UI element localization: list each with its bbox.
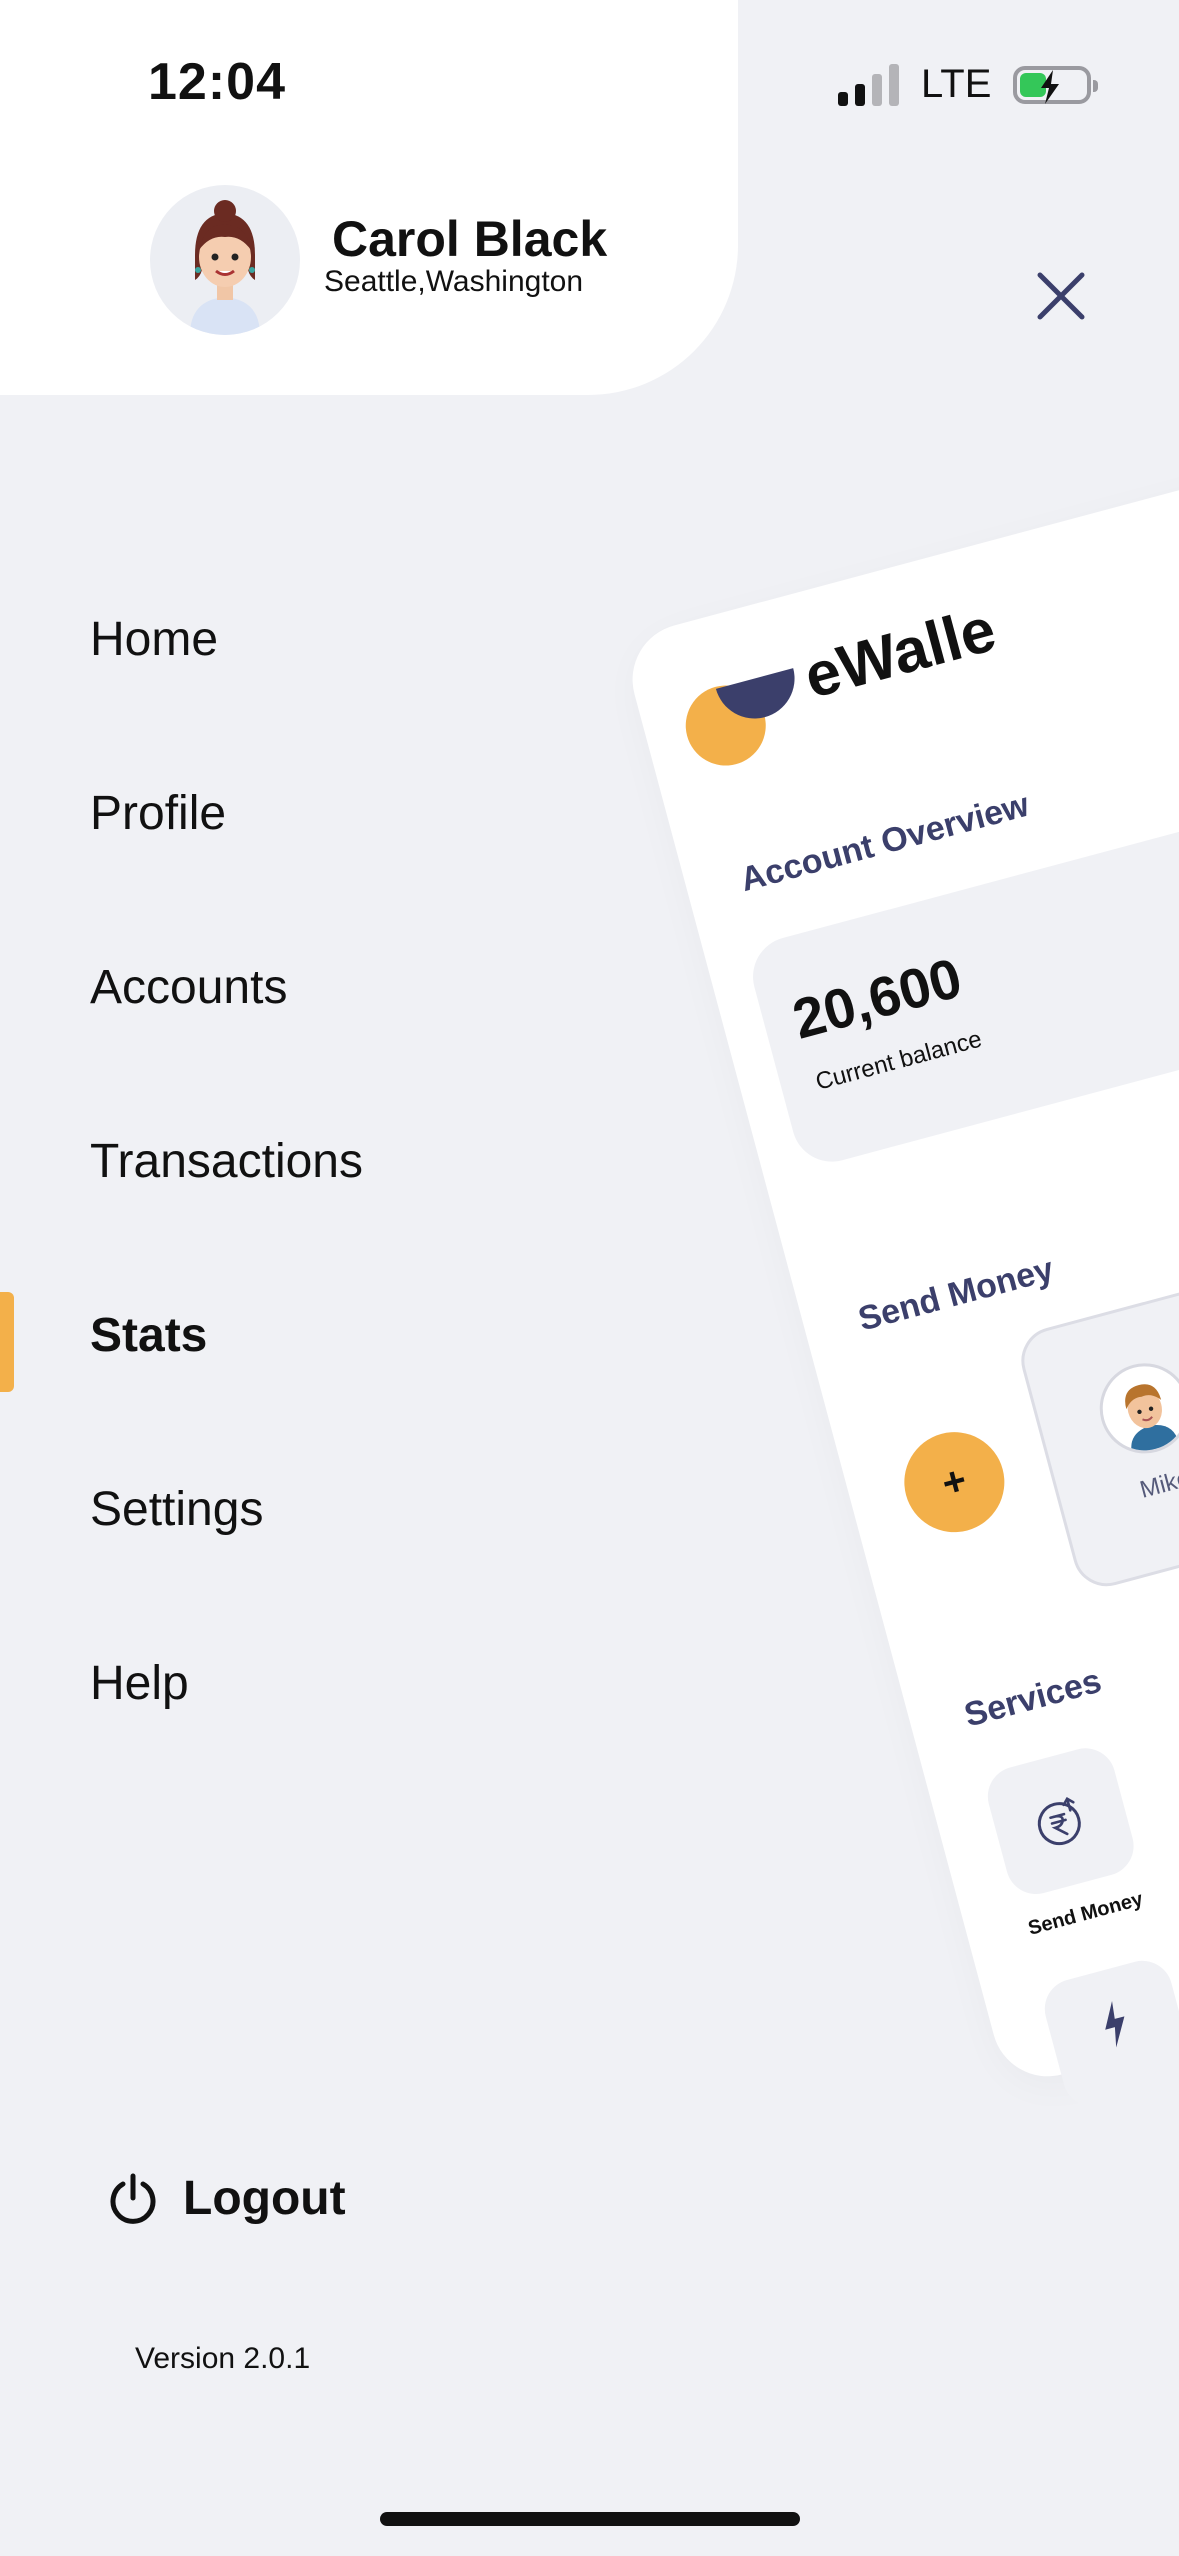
send-money-service-tile[interactable]: [981, 1741, 1141, 1901]
service-label: Send Money: [1025, 1888, 1146, 1940]
add-contact-button[interactable]: +: [893, 1420, 1016, 1544]
power-icon: [110, 2173, 156, 2224]
home-indicator[interactable]: [380, 2512, 800, 2526]
menu-item-accounts[interactable]: Accounts: [90, 960, 287, 1015]
battery-icon: [1013, 65, 1099, 104]
user-avatar[interactable]: [150, 185, 300, 335]
network-type: LTE: [921, 62, 992, 106]
rupee-send-icon: [1037, 1796, 1081, 1846]
active-indicator: [0, 1292, 14, 1392]
app-preview[interactable]: eWalle Account Overview 20,600 Current b…: [620, 407, 1179, 2114]
logout-label: Logout: [183, 2171, 346, 2225]
close-icon[interactable]: [1030, 265, 1092, 327]
status-indicators: LTE: [838, 62, 1099, 107]
user-name: Carol Black: [332, 211, 608, 267]
contact-name: Mike: [1137, 1464, 1179, 1504]
app-version: Version 2.0.1: [135, 2342, 311, 2375]
logout-button[interactable]: Logout: [105, 2170, 346, 2226]
send-money-title: Send Money: [854, 1250, 1058, 1339]
profile-header: [0, 0, 738, 395]
services-title: Services: [960, 1661, 1106, 1735]
menu-item-home[interactable]: Home: [90, 612, 218, 667]
bill-service-tile[interactable]: [1038, 1954, 1179, 2114]
menu-item-profile[interactable]: Profile: [90, 786, 226, 841]
signal-icon: [838, 63, 899, 106]
user-location: Seattle,Washington: [324, 265, 584, 298]
menu-item-transactions[interactable]: Transactions: [90, 1134, 363, 1189]
app-logo-text: eWalle: [797, 595, 1003, 712]
menu-item-settings[interactable]: Settings: [90, 1482, 263, 1537]
contact-avatar: [1089, 1353, 1179, 1464]
lightning-icon: [1105, 2001, 1125, 2048]
contact-card[interactable]: Mike: [1013, 1280, 1179, 1594]
menu-item-stats[interactable]: Stats: [90, 1308, 207, 1363]
balance-card: [744, 725, 1179, 1171]
status-time: 12:04: [148, 53, 286, 111]
menu-item-help[interactable]: Help: [90, 1656, 189, 1711]
